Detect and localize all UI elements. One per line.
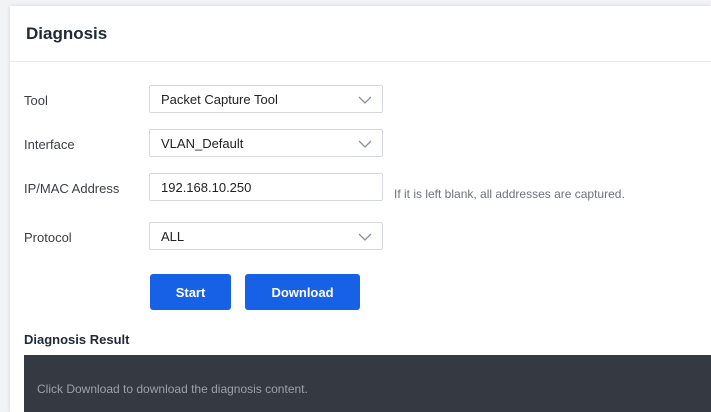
address-input[interactable]: 192.168.10.250: [149, 173, 383, 201]
protocol-label: Protocol: [24, 230, 72, 245]
interface-select-value: VLAN_Default: [161, 136, 244, 151]
result-title: Diagnosis Result: [24, 332, 130, 347]
chevron-down-icon: [358, 140, 372, 148]
page-title: Diagnosis: [26, 24, 108, 43]
chevron-down-icon: [358, 96, 372, 104]
tool-label: Tool: [24, 93, 48, 108]
start-button[interactable]: Start: [150, 274, 231, 310]
address-input-value: 192.168.10.250: [161, 180, 252, 195]
protocol-select[interactable]: ALL: [149, 222, 383, 250]
address-hint: If it is left blank, all addresses are c…: [394, 187, 625, 201]
result-output: Click Download to download the diagnosis…: [24, 355, 711, 412]
tool-select[interactable]: Packet Capture Tool: [149, 85, 383, 113]
result-message: Click Download to download the diagnosis…: [37, 382, 308, 396]
title-divider: [10, 61, 711, 62]
download-button[interactable]: Download: [245, 274, 360, 310]
interface-select[interactable]: VLAN_Default: [149, 129, 383, 157]
interface-label: Interface: [24, 137, 75, 152]
chevron-down-icon: [358, 233, 372, 241]
tool-select-value: Packet Capture Tool: [161, 92, 278, 107]
protocol-select-value: ALL: [161, 229, 185, 244]
address-label: IP/MAC Address: [24, 181, 120, 196]
diagnosis-panel: Diagnosis Tool Packet Capture Tool Inter…: [10, 6, 711, 412]
